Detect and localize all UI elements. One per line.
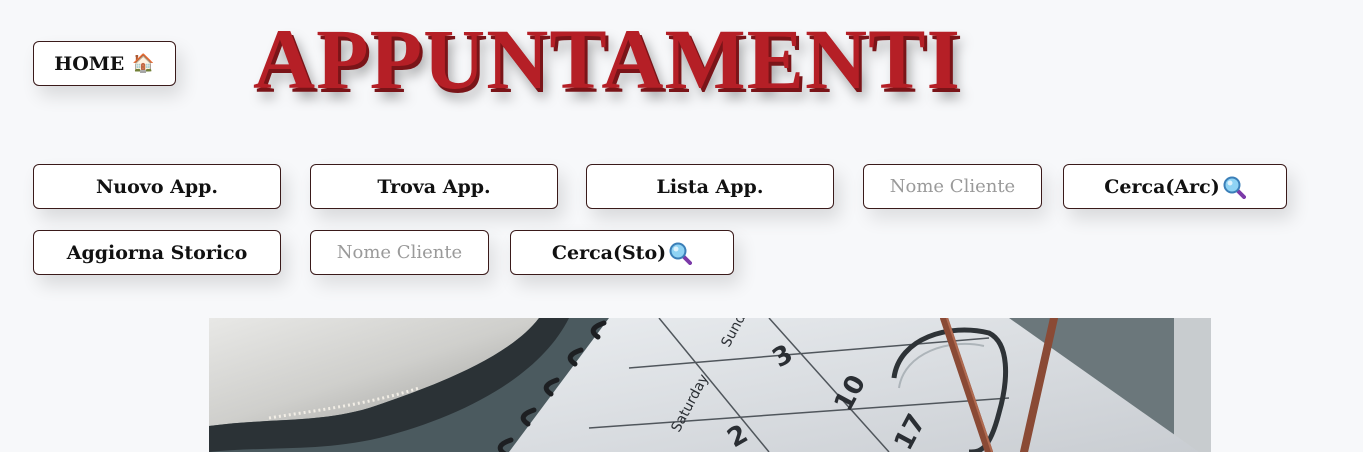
list-appointments-label: Lista App. [656,175,764,198]
client-name-archive-input[interactable] [863,164,1042,209]
magnifier-icon [669,242,693,265]
list-appointments-button[interactable]: Lista App. [586,164,834,209]
search-history-button[interactable]: Cerca(Sto) [510,230,734,275]
home-button-label: HOME [54,52,125,75]
find-appointment-label: Trova App. [377,175,491,198]
find-appointment-button[interactable]: Trova App. [310,164,558,209]
page-title: APPUNTAMENTI [253,11,961,107]
update-history-label: Aggiorna Storico [66,241,248,264]
magnifier-icon [1223,176,1246,199]
update-history-button[interactable]: Aggiorna Storico [33,230,281,275]
appointments-page: HOME 🏠 APPUNTAMENTI Nuovo App. Trova App… [0,0,1363,452]
home-button[interactable]: HOME 🏠 [33,41,176,86]
house-icon: 🏠 [132,53,155,74]
new-appointment-label: Nuovo App. [95,175,219,198]
search-history-label: Cerca(Sto) [551,241,667,264]
search-archive-label: Cerca(Arc) [1104,175,1220,198]
client-name-history-input[interactable] [310,230,489,275]
new-appointment-button[interactable]: Nuovo App. [33,164,281,209]
calendar-photo: Sunday Saturday 3 10 2 17 [209,318,1211,452]
search-archive-button[interactable]: Cerca(Arc) [1063,164,1287,209]
